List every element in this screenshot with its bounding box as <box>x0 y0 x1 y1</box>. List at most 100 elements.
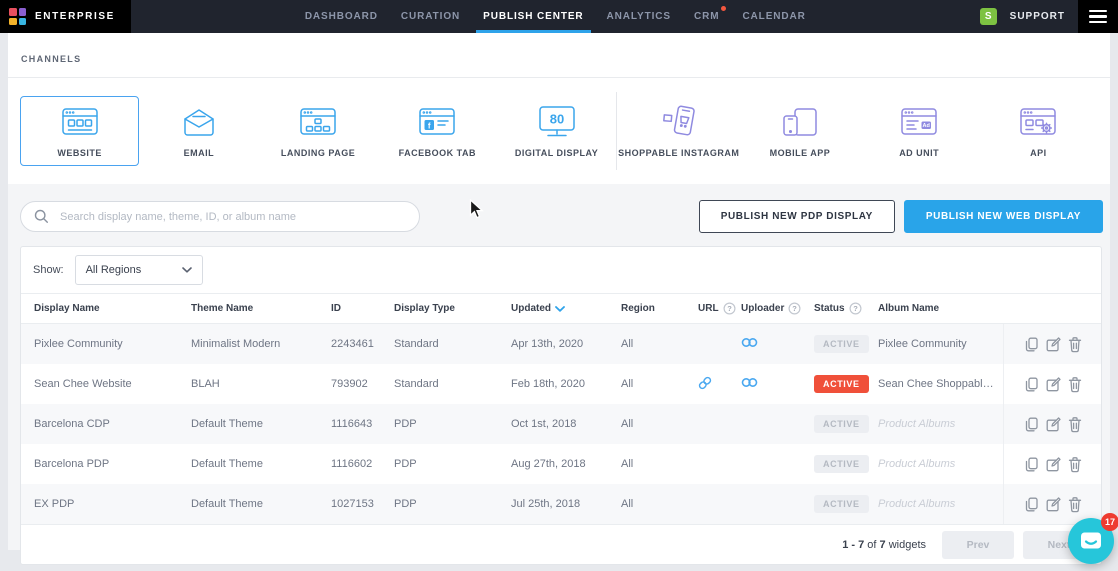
column-header-label: Updated <box>511 303 551 314</box>
region-filter-value: All Regions <box>86 264 142 276</box>
column-header-theme-name[interactable]: Theme Name <box>191 303 331 314</box>
uploader-link-icon[interactable] <box>741 337 758 348</box>
album-name-text: Sean Chee Shoppable ... <box>878 378 1001 390</box>
cell-region: All <box>621 498 698 510</box>
email-icon <box>182 105 216 139</box>
album-name-text: Product Albums <box>878 418 955 430</box>
cell-album-name: Sean Chee Shoppable ... <box>878 378 1003 390</box>
chat-widget: 17 <box>1068 518 1114 564</box>
help-icon[interactable]: ? <box>723 302 736 315</box>
nav-item-label: DASHBOARD <box>305 11 378 22</box>
prev-button[interactable]: Prev <box>942 531 1014 559</box>
cell-display-name: Barcelona PDP <box>34 458 191 470</box>
channel-label: FACEBOOK TAB <box>399 148 476 158</box>
channel-shoppable-instagram[interactable]: SHOPPABLE INSTAGRAM <box>617 96 740 166</box>
channel-ad-unit[interactable]: Ad AD UNIT <box>860 96 979 166</box>
channel-email[interactable]: EMAIL <box>139 96 258 166</box>
landing-page-icon <box>300 105 336 139</box>
nav-item-dashboard[interactable]: DASHBOARD <box>298 0 385 33</box>
column-header-display-name[interactable]: Display Name <box>34 303 191 314</box>
edit-icon[interactable] <box>1045 336 1062 353</box>
cell-text: PDP <box>394 458 417 470</box>
cell-text: Barcelona PDP <box>34 458 109 470</box>
cell-display-type: Standard <box>394 338 511 350</box>
duplicate-icon[interactable] <box>1023 336 1040 353</box>
url-link-icon[interactable] <box>698 376 712 390</box>
nav-item-label: CURATION <box>401 11 460 22</box>
user-avatar[interactable]: S <box>980 8 997 25</box>
cell-uploader <box>741 377 814 391</box>
table-row[interactable]: Pixlee CommunityMinimalist Modern2243461… <box>21 324 1101 364</box>
duplicate-icon[interactable] <box>1023 416 1040 433</box>
column-header-uploader[interactable]: Uploader? <box>741 302 814 315</box>
nav-item-crm[interactable]: CRM <box>687 0 726 33</box>
status-badge: ACTIVE <box>814 495 869 513</box>
table-row[interactable]: EX PDPDefault Theme1027153PDPJul 25th, 2… <box>21 484 1101 524</box>
cell-updated: Feb 18th, 2020 <box>511 378 621 390</box>
column-header-status[interactable]: Status? <box>814 302 878 315</box>
table-row[interactable]: Barcelona PDPDefault Theme1116602PDPAug … <box>21 444 1101 484</box>
help-icon[interactable]: ? <box>849 302 862 315</box>
column-header-region[interactable]: Region <box>621 303 698 314</box>
column-header-url[interactable]: URL? <box>698 302 741 315</box>
edit-icon[interactable] <box>1045 376 1062 393</box>
duplicate-icon[interactable] <box>1023 456 1040 473</box>
table-row[interactable]: Barcelona CDPDefault Theme1116643PDPOct … <box>21 404 1101 444</box>
edit-icon[interactable] <box>1045 456 1062 473</box>
column-header-label: ID <box>331 303 341 314</box>
channel-digital-display[interactable]: 80 DIGITAL DISPLAY <box>497 96 616 166</box>
table-footer: 1 - 7 of 7 widgets Prev Next <box>21 524 1101 564</box>
cell-status: ACTIVE <box>814 415 878 433</box>
table-row[interactable]: Sean Chee WebsiteBLAH793902StandardFeb 1… <box>21 364 1101 404</box>
delete-icon[interactable] <box>1067 416 1083 433</box>
svg-text:Ad: Ad <box>923 123 930 129</box>
column-header-label: Region <box>621 303 655 314</box>
nav-item-analytics[interactable]: ANALYTICS <box>600 0 678 33</box>
filter-row: Show: All Regions <box>21 247 1101 294</box>
nav-item-calendar[interactable]: CALENDAR <box>735 0 812 33</box>
channel-api[interactable]: API <box>979 96 1098 166</box>
column-header-updated[interactable]: Updated <box>511 303 621 314</box>
delete-icon[interactable] <box>1067 456 1083 473</box>
delete-icon[interactable] <box>1067 376 1083 393</box>
help-icon[interactable]: ? <box>788 302 801 315</box>
cell-id: 1027153 <box>331 498 394 510</box>
sort-desc-icon <box>555 306 565 312</box>
uploader-link-icon[interactable] <box>741 377 758 388</box>
delete-icon[interactable] <box>1067 496 1083 513</box>
edit-icon[interactable] <box>1045 416 1062 433</box>
support-link[interactable]: SUPPORT <box>1010 11 1065 22</box>
channel-website[interactable]: WEBSITE <box>20 96 139 166</box>
cell-text: All <box>621 378 633 390</box>
search-box[interactable] <box>20 201 420 232</box>
channel-facebook-tab[interactable]: f FACEBOOK TAB <box>378 96 497 166</box>
delete-icon[interactable] <box>1067 336 1083 353</box>
duplicate-icon[interactable] <box>1023 376 1040 393</box>
duplicate-icon[interactable] <box>1023 496 1040 513</box>
nav-right: S SUPPORT <box>980 0 1118 33</box>
cell-album-name: Product Albums <box>878 458 1003 470</box>
menu-icon[interactable] <box>1078 0 1118 33</box>
cell-text: 793902 <box>331 378 368 390</box>
column-header-album-name[interactable]: Album Name <box>878 303 1003 314</box>
brand[interactable]: ENTERPRISE <box>0 0 131 33</box>
column-header-display-type[interactable]: Display Type <box>394 303 511 314</box>
cell-album-name: Product Albums <box>878 498 1003 510</box>
search-input[interactable] <box>58 210 406 224</box>
channel-mobile-app[interactable]: MOBILE APP <box>740 96 859 166</box>
channel-landing-page[interactable]: LANDING PAGE <box>258 96 377 166</box>
nav-item-publish-center[interactable]: PUBLISH CENTER <box>476 0 590 33</box>
facebook-tab-icon: f <box>419 105 455 139</box>
publish-new-pdp-display-button[interactable]: PUBLISH NEW PDP DISPLAY <box>699 200 895 233</box>
cell-text: EX PDP <box>34 498 74 510</box>
edit-icon[interactable] <box>1045 496 1062 513</box>
region-filter-dropdown[interactable]: All Regions <box>75 255 203 285</box>
pagination-total: 7 <box>880 539 886 551</box>
column-header-label: Album Name <box>878 303 939 314</box>
row-actions <box>1003 404 1101 444</box>
nav-item-curation[interactable]: CURATION <box>394 0 467 33</box>
cell-album-name: Pixlee Community <box>878 338 1003 350</box>
column-header-id[interactable]: ID <box>331 303 394 314</box>
publish-new-web-display-button[interactable]: PUBLISH NEW WEB DISPLAY <box>904 200 1103 233</box>
cell-text: 2243461 <box>331 338 374 350</box>
